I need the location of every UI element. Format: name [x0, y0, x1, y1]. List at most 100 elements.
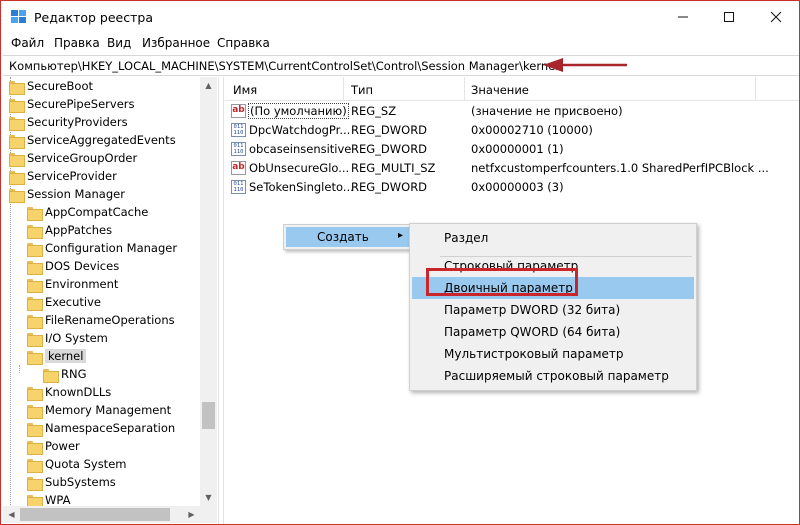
column-divider[interactable]	[755, 77, 756, 101]
tree-item[interactable]: Power	[27, 437, 80, 455]
folder-icon	[9, 151, 25, 167]
folder-icon	[9, 97, 25, 113]
folder-icon	[9, 79, 25, 95]
address-bar[interactable]: Компьютер\HKEY_LOCAL_MACHINE\SYSTEM\Curr…	[3, 55, 799, 76]
tree-item[interactable]: ServiceAggregatedEvents	[9, 131, 176, 149]
menu-item-create[interactable]: Создать ▸	[286, 227, 409, 247]
maximize-icon	[724, 12, 734, 22]
value-row[interactable]: 011 110 DpcWatchdogPr... REG_DWORD 0x0000271…	[225, 121, 799, 140]
tree-item-label: Environment	[45, 277, 119, 291]
folder-icon	[9, 187, 25, 203]
tree-item-label: KnownDLLs	[45, 385, 112, 399]
tree-item[interactable]: I/O System	[27, 329, 108, 347]
value-row[interactable]: ab ObUnsecureGlo... REG_MULTI_SZ netfxcusto…	[225, 159, 799, 178]
column-divider[interactable]	[343, 77, 344, 101]
tree-item[interactable]: ServiceGroupOrder	[9, 149, 137, 167]
tree-item[interactable]: AppCompatCache	[27, 203, 148, 221]
menu-item-expandable-string-value[interactable]: Расширяемый строковый параметр	[412, 365, 694, 387]
address-path[interactable]: Компьютер\HKEY_LOCAL_MACHINE\SYSTEM\Curr…	[9, 59, 558, 73]
scroll-up-arrow-icon[interactable]: ▲	[200, 77, 217, 94]
tree-item-label: ServiceProvider	[27, 169, 117, 183]
value-type: REG_MULTI_SZ	[351, 161, 436, 175]
tree-item[interactable]: AppPatches	[27, 221, 112, 239]
tree-item-label: kernel	[45, 349, 87, 363]
scroll-thumb[interactable]	[20, 508, 170, 521]
folder-icon	[43, 367, 59, 383]
tree-item[interactable]: Configuration Manager	[27, 239, 177, 257]
value-name: ObUnsecureGlo...	[249, 161, 350, 175]
tree-item-label: Quota System	[45, 457, 127, 471]
string-value-icon: ab	[231, 161, 246, 175]
tree-item[interactable]: Quota System	[27, 455, 126, 473]
menu-edit[interactable]: Правка	[54, 36, 100, 50]
tree-item-label: WPA	[45, 493, 71, 507]
column-header-name[interactable]: Имя	[233, 83, 257, 97]
scroll-left-arrow-icon[interactable]: ◀	[3, 506, 20, 523]
tree-item[interactable]: RNG	[43, 365, 87, 383]
menu-view[interactable]: Вид	[107, 36, 131, 50]
tree-item-label: Session Manager	[27, 187, 125, 201]
tree-item[interactable]: NamespaceSeparation	[27, 419, 175, 437]
tree-item-label: AppCompatCache	[45, 205, 149, 219]
value-data: (значение не присвоено)	[471, 104, 623, 118]
folder-icon	[27, 259, 43, 275]
menu-file[interactable]: Файл	[11, 36, 44, 50]
binary-value-icon: 011 110	[231, 180, 246, 194]
value-row[interactable]: 011 110 obcaseinsensitive REG_DWORD 0x000000…	[225, 140, 799, 159]
tree-item[interactable]: Environment	[27, 275, 118, 293]
menu-item-multi-string-value[interactable]: Мультистроковый параметр	[412, 343, 694, 365]
column-header-data[interactable]: Значение	[471, 83, 529, 97]
tree-item-label: SecureBoot	[27, 79, 94, 93]
tree-item[interactable]: Memory Management	[27, 401, 171, 419]
folder-icon	[27, 331, 43, 347]
minimize-button[interactable]	[660, 1, 706, 33]
tree-item[interactable]: SubSystems	[27, 473, 116, 491]
column-header-type[interactable]: Тип	[351, 83, 373, 97]
value-row[interactable]: 011 110 SeTokenSingleto... REG_DWORD 0x00000…	[225, 178, 799, 197]
tree-item[interactable]: kernel	[27, 347, 87, 365]
menu-item-key[interactable]: Раздел	[412, 227, 694, 249]
binary-value-icon: 011 110	[231, 123, 246, 137]
folder-icon	[27, 241, 43, 257]
menu-help[interactable]: Справка	[217, 36, 270, 50]
column-divider[interactable]	[464, 77, 465, 101]
value-name: DpcWatchdogPr...	[249, 123, 351, 137]
tree-horizontal-scrollbar[interactable]: ◀ ▶	[3, 506, 217, 523]
tree-item-label: Configuration Manager	[45, 241, 178, 255]
tree-item[interactable]: Session Manager	[9, 185, 125, 203]
registry-tree[interactable]: SecureBoot SecurePipeServers SecurityProvi…	[3, 77, 218, 524]
scroll-right-arrow-icon[interactable]: ▶	[183, 506, 200, 523]
menu-item-dword-value[interactable]: Параметр DWORD (32 бита)	[412, 299, 694, 321]
folder-icon	[27, 385, 43, 401]
tree-item[interactable]: SecurePipeServers	[9, 95, 135, 113]
context-menu: Создать ▸	[283, 224, 412, 250]
tree-item-label: RNG	[61, 367, 87, 381]
menu-item-qword-value[interactable]: Параметр QWORD (64 бита)	[412, 321, 694, 343]
value-type: REG_DWORD	[351, 123, 428, 137]
folder-icon	[9, 115, 25, 131]
value-row[interactable]: ab (По умолчанию) REG_SZ (значение не присв…	[225, 102, 799, 121]
folder-icon	[27, 313, 43, 329]
tree-item[interactable]: DOS Devices	[27, 257, 119, 275]
tree-item[interactable]: SecurityProviders	[9, 113, 128, 131]
create-submenu: Раздел Строковый параметр Двоичный парам…	[409, 223, 697, 391]
scroll-thumb[interactable]	[202, 402, 215, 429]
scroll-down-arrow-icon[interactable]: ▼	[200, 489, 217, 506]
tree-item-label: SecurityProviders	[27, 115, 128, 129]
tree-item-label: NamespaceSeparation	[45, 421, 176, 435]
menu-favorites[interactable]: Избранное	[142, 36, 210, 50]
close-button[interactable]	[753, 1, 799, 33]
tree-item[interactable]: SecureBoot	[9, 77, 93, 95]
pane-splitter[interactable]	[218, 77, 224, 524]
tree-item[interactable]: FileRenameOperations	[27, 311, 175, 329]
tree-vertical-scrollbar[interactable]: ▲ ▼	[200, 77, 217, 506]
tree-item[interactable]: Executive	[27, 293, 101, 311]
tree-item-label: FileRenameOperations	[45, 313, 175, 327]
maximize-button[interactable]	[706, 1, 752, 33]
tree-guide-line	[19, 365, 20, 373]
tree-item[interactable]: KnownDLLs	[27, 383, 111, 401]
tree-item-label: AppPatches	[45, 223, 113, 237]
folder-icon	[27, 475, 43, 491]
tree-item[interactable]: ServiceProvider	[9, 167, 117, 185]
value-name: (По умолчанию)	[248, 103, 349, 119]
